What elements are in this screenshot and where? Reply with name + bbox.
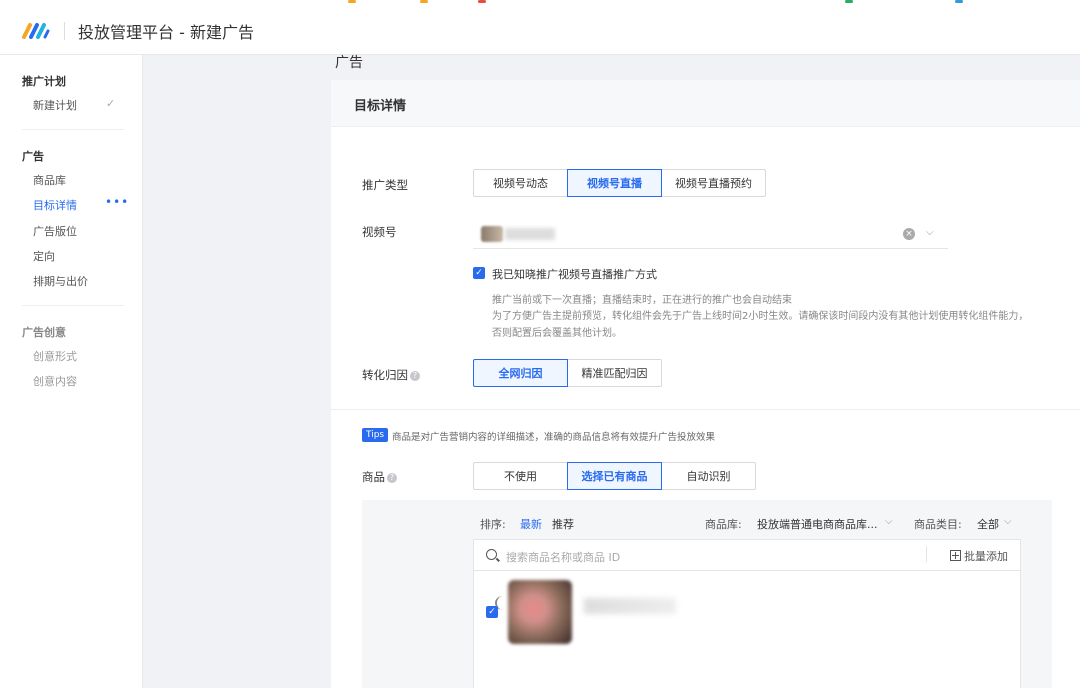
- sidebar-divider: [22, 305, 124, 306]
- check-icon: ✓: [106, 97, 116, 110]
- agree-note-1: 推广当前或下一次直播；直播结束时，正在进行的推广也会自动结束: [492, 295, 792, 306]
- channel-avatar: [481, 226, 503, 242]
- card-title: 目标详情: [354, 99, 407, 114]
- sidebar-item-creative-content[interactable]: 创意内容: [33, 373, 77, 389]
- add-box-icon: [950, 550, 961, 561]
- attribution-label: 转化归因?: [362, 367, 420, 383]
- sort-option-latest[interactable]: 最新: [520, 516, 542, 532]
- header-divider: [64, 22, 65, 40]
- promo-type-option-live[interactable]: 视频号直播: [567, 169, 662, 197]
- chevron-down-icon[interactable]: ⌵: [1004, 516, 1012, 527]
- sidebar-item-new-plan[interactable]: 新建计划: [33, 97, 77, 113]
- product-option-existing[interactable]: 选择已有商品: [567, 462, 662, 490]
- promo-type-segmented: 视频号动态 视频号直播 视频号直播预约: [473, 169, 766, 197]
- batch-add-button[interactable]: 批量添加: [926, 546, 1008, 564]
- attribution-option-network[interactable]: 全网归因: [473, 359, 568, 387]
- search-icon: [486, 549, 497, 560]
- agree-checkbox[interactable]: ✓: [473, 267, 485, 279]
- clear-icon[interactable]: ×: [903, 228, 915, 240]
- tips-badge: Tips: [362, 428, 389, 442]
- section-title: 广告: [335, 55, 363, 71]
- sidebar-group-ad: 广告: [22, 150, 44, 163]
- channel-select[interactable]: × ⌵: [473, 220, 948, 249]
- sidebar-divider: [22, 129, 124, 130]
- batch-add-label: 批量添加: [964, 550, 1008, 563]
- agree-label[interactable]: 我已知晓推广视频号直播推广方式: [492, 266, 657, 282]
- sidebar-item-product-library[interactable]: 商品库: [33, 172, 66, 188]
- product-option-none[interactable]: 不使用: [473, 462, 568, 490]
- channel-name-redacted: [505, 228, 555, 240]
- sidebar-group-plan: 推广计划: [22, 75, 66, 88]
- library-label: 商品库:: [705, 518, 742, 531]
- platform-logo-icon[interactable]: [22, 21, 50, 39]
- library-select[interactable]: 投放端普通电商商品库...: [757, 516, 878, 532]
- agree-note-3: 否则配置后会覆盖其他计划。: [492, 328, 622, 339]
- agree-note-2: 为了方便广告主提前预览，转化组件会先于广告上线时间2小时生效。请确保该时间段内没…: [492, 311, 1029, 322]
- sidebar-item-creative-format[interactable]: 创意形式: [33, 348, 77, 364]
- product-item-checkbox[interactable]: ✓: [486, 606, 498, 618]
- product-label-text: 商品: [362, 470, 385, 484]
- product-label: 商品?: [362, 469, 397, 485]
- channel-label: 视频号: [362, 225, 397, 239]
- attribution-label-text: 转化归因: [362, 368, 408, 382]
- promo-type-option-video-post[interactable]: 视频号动态: [473, 169, 568, 197]
- chevron-down-icon[interactable]: ⌵: [926, 227, 934, 238]
- category-select[interactable]: 全部: [977, 516, 999, 532]
- more-icon: •••: [105, 195, 130, 209]
- chevron-down-icon[interactable]: ⌵: [885, 516, 893, 527]
- search-placeholder: 搜索商品名称或商品 ID: [506, 551, 621, 564]
- product-name-redacted: [584, 598, 676, 614]
- sidebar-item-targeting[interactable]: 定向: [33, 248, 55, 264]
- promo-type-label: 推广类型: [362, 178, 408, 192]
- attribution-option-precise[interactable]: 精准匹配归因: [567, 359, 662, 387]
- sidebar-group-creative: 广告创意: [22, 326, 66, 339]
- product-segmented: 不使用 选择已有商品 自动识别: [473, 462, 756, 490]
- sidebar-item-target-details[interactable]: 目标详情: [33, 197, 77, 213]
- sidebar-item-schedule-bid[interactable]: 排期与出价: [33, 273, 88, 289]
- card-divider: [331, 409, 1080, 410]
- attribution-segmented: 全网归因 精准匹配归因: [473, 359, 662, 387]
- help-icon[interactable]: ?: [410, 371, 420, 381]
- card-header: 目标详情: [331, 80, 1080, 127]
- product-thumbnail[interactable]: [508, 580, 572, 644]
- sort-option-recommended[interactable]: 推荐: [552, 516, 574, 532]
- page-title: 投放管理平台 - 新建广告: [78, 23, 254, 42]
- tips-text: 商品是对广告营销内容的详细描述，准确的商品信息将有效提升广告投放效果: [392, 432, 716, 443]
- sidebar-item-ad-placement[interactable]: 广告版位: [33, 223, 77, 239]
- product-search-input[interactable]: 搜索商品名称或商品 ID 批量添加: [473, 539, 1021, 571]
- promo-type-option-live-reservation[interactable]: 视频号直播预约: [661, 169, 766, 197]
- category-label: 商品类目:: [914, 518, 962, 531]
- app-header: 投放管理平台 - 新建广告: [0, 6, 1080, 55]
- product-option-auto[interactable]: 自动识别: [661, 462, 756, 490]
- help-icon[interactable]: ?: [387, 473, 397, 483]
- sort-label: 排序:: [480, 518, 506, 531]
